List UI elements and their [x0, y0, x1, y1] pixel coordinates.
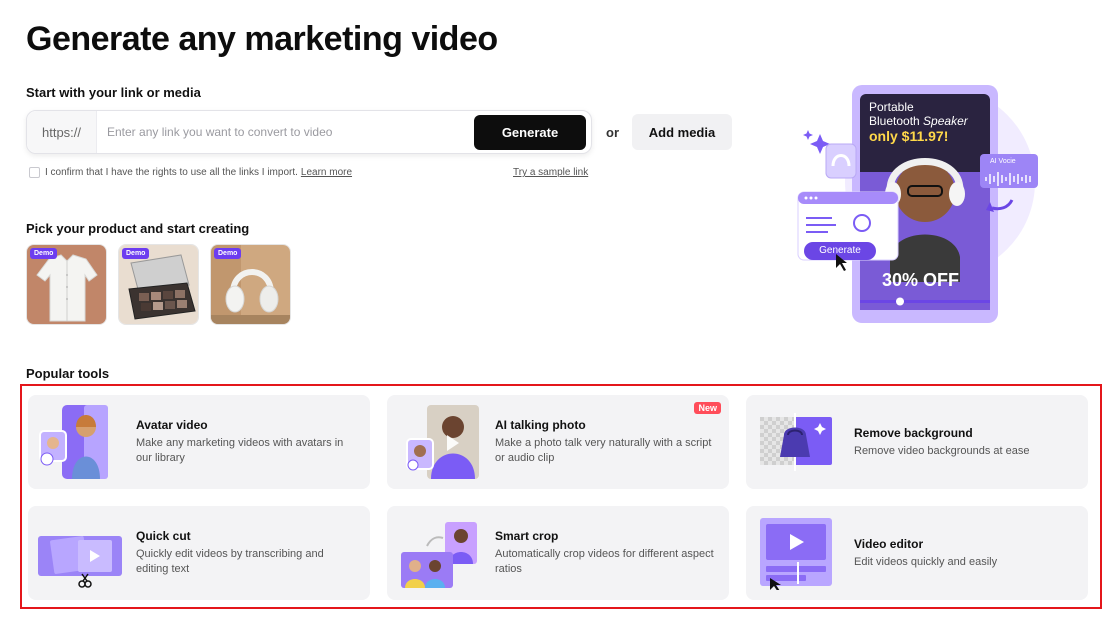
tool-title: Remove background: [854, 425, 973, 440]
tool-description: Make a photo talk very naturally with a …: [495, 437, 712, 464]
demo-badge: Demo: [214, 248, 242, 259]
tool-card-video-editor[interactable]: Video editor Edit videos quickly and eas…: [746, 506, 1088, 600]
tool-card-quick-cut[interactable]: Quick cut Quickly edit videos by transcr…: [28, 506, 370, 600]
tool-description: Make any marketing videos with avatars i…: [136, 437, 344, 464]
tool-title: Quick cut: [136, 529, 191, 543]
link-input-box: https:// Generate: [26, 110, 592, 154]
tool-title: Smart crop: [495, 529, 559, 543]
start-section-label: Start with your link or media: [26, 85, 201, 100]
video-editor-icon: [760, 518, 832, 590]
hero-price: only $11.97!: [869, 128, 949, 144]
smart-crop-icon: [401, 522, 477, 588]
page-title: Generate any marketing video: [26, 20, 498, 58]
url-prefix: https://: [27, 111, 97, 153]
hero-discount: 30% OFF: [882, 270, 960, 290]
tool-card-remove-background[interactable]: Remove background Remove video backgroun…: [746, 395, 1088, 489]
tool-text: Remove background Remove video backgroun…: [854, 395, 1074, 489]
hero-generate-label: Generate: [819, 245, 861, 256]
tool-text: Smart crop Automatically crop videos for…: [495, 506, 715, 600]
tool-text: Avatar video Make any marketing videos w…: [136, 395, 356, 489]
hero-product-line2: Bluetooth Speaker: [869, 114, 968, 128]
product-eyeshadow-palette[interactable]: Demo: [118, 244, 199, 325]
tool-title: Video editor: [854, 536, 924, 551]
tool-text: AI talking photo Make a photo talk very …: [495, 395, 715, 489]
avatar-video-icon: [39, 405, 108, 479]
tool-description: Automatically crop videos for different …: [495, 548, 714, 575]
talking-photo-icon: [406, 405, 479, 479]
or-separator: or: [606, 125, 619, 140]
hero-product-line1: Portable: [869, 100, 914, 114]
learn-more-link[interactable]: Learn more: [301, 167, 352, 178]
add-media-button[interactable]: Add media: [632, 114, 732, 150]
scissors-icon: [38, 536, 122, 588]
rights-checkbox[interactable]: [29, 167, 40, 178]
tool-card-avatar-video[interactable]: Avatar video Make any marketing videos w…: [28, 395, 370, 489]
sample-link[interactable]: Try a sample link: [513, 167, 588, 178]
demo-badge: Demo: [30, 248, 58, 259]
product-shirt[interactable]: Demo: [26, 244, 107, 325]
popular-tools-label: Popular tools: [26, 366, 110, 381]
rights-confirm-text: I confirm that I have the rights to use …: [45, 167, 298, 178]
pick-product-label: Pick your product and start creating: [26, 221, 250, 236]
tool-card-ai-talking-photo[interactable]: New AI talking photo Make a photo talk v…: [387, 395, 729, 489]
remove-background-icon: [760, 413, 832, 471]
tool-text: Quick cut Quickly edit videos by transcr…: [136, 506, 356, 600]
hero-illustration: Portable Bluetooth Speaker only $11.97! …: [790, 82, 1050, 328]
rights-confirm-row: I confirm that I have the rights to use …: [29, 167, 352, 178]
tool-title: Avatar video: [136, 418, 208, 432]
tool-description: Edit videos quickly and easily: [854, 555, 998, 568]
tool-description: Quickly edit videos by transcribing and …: [136, 548, 324, 575]
tool-card-smart-crop[interactable]: Smart crop Automatically crop videos for…: [387, 506, 729, 600]
generate-button[interactable]: Generate: [474, 114, 586, 150]
demo-badge: Demo: [122, 248, 150, 259]
link-input[interactable]: [97, 111, 474, 153]
tool-description: Remove video backgrounds at ease: [854, 444, 1030, 457]
tool-text: Video editor Edit videos quickly and eas…: [854, 506, 1074, 600]
tool-title: AI talking photo: [495, 418, 586, 432]
hero-ai-voice-label: AI Vocie: [990, 158, 1016, 165]
product-headphones[interactable]: Demo: [210, 244, 291, 325]
